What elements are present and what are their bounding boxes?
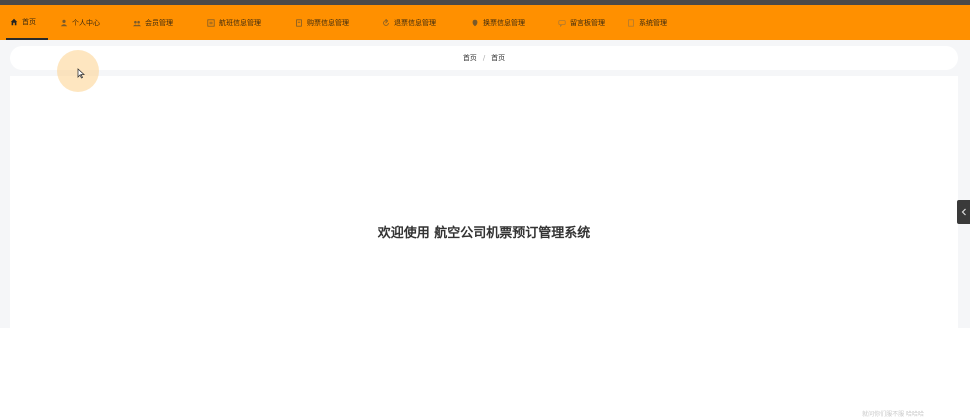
- breadcrumb-current: 首页: [491, 54, 506, 62]
- nav-item-label: 个人中心: [72, 18, 100, 27]
- settings-icon: [628, 18, 634, 27]
- nav-item-message-board[interactable]: 留言板管理: [558, 5, 605, 40]
- nav-item-home[interactable]: 首页: [6, 5, 48, 40]
- sidebar-collapse-handle[interactable]: [957, 200, 970, 224]
- chevron-left-icon: [961, 208, 966, 216]
- swap-icon: [472, 19, 478, 26]
- nav-item-member-management[interactable]: 会员管理: [133, 5, 173, 40]
- welcome-title: 欢迎使用 航空公司机票预订管理系统: [377, 226, 591, 241]
- nav-item-label: 首页: [22, 17, 36, 26]
- nav-item-label: 系统管理: [639, 18, 667, 27]
- breadcrumb-home-link[interactable]: 首页: [463, 53, 477, 63]
- breadcrumb: 首页 / 首页: [10, 46, 958, 70]
- nav-item-label: 留言板管理: [570, 18, 605, 27]
- nav-item-label: 航班信息管理: [219, 18, 261, 27]
- nav-item-flight-info[interactable]: 航班信息管理: [207, 5, 261, 40]
- nav-item-ticket-purchase[interactable]: 购票信息管理: [295, 5, 349, 40]
- nav-item-ticket-change[interactable]: 换票信息管理: [471, 5, 525, 40]
- nav-item-label: 会员管理: [145, 18, 173, 27]
- home-icon: [10, 18, 18, 25]
- mouse-cursor-icon: [77, 68, 85, 79]
- message-icon: [558, 19, 566, 27]
- page-bottom-area: 就问你们服不服 哈哈哈: [0, 328, 970, 420]
- nav-item-ticket-refund[interactable]: 退票信息管理: [382, 5, 436, 40]
- group-icon: [133, 20, 141, 26]
- main-panel: 欢迎使用 航空公司机票预订管理系统: [10, 76, 958, 328]
- user-icon: [60, 19, 68, 26]
- nav-item-label: 购票信息管理: [307, 18, 349, 27]
- doc-icon: [296, 18, 302, 27]
- breadcrumb-separator: /: [482, 54, 486, 62]
- watermark-text: 就问你们服不服 哈哈哈: [862, 411, 924, 418]
- nav-item-system-management[interactable]: 系统管理: [627, 5, 667, 40]
- nav-item-personal-center[interactable]: 个人中心: [60, 5, 100, 40]
- nav-item-label: 退票信息管理: [394, 18, 436, 27]
- return-icon: [383, 18, 389, 26]
- nav-item-label: 换票信息管理: [483, 18, 525, 27]
- list-icon: [207, 18, 215, 27]
- top-nav-bar: 首页 个人中心 会员管理 航班信息管理 购票信息管理 退票信息管理 换票信息管理…: [0, 5, 970, 40]
